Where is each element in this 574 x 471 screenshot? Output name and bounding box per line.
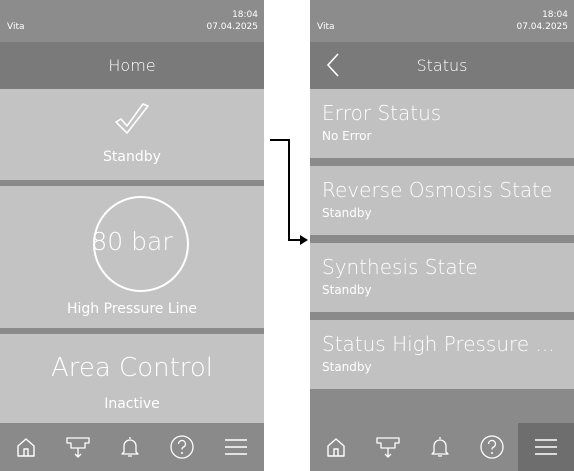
menu-icon <box>225 439 247 455</box>
status-item-title: Error Status <box>322 101 442 125</box>
status-item-value: Standby <box>322 360 372 374</box>
clock-date: 07.04.2025 <box>206 22 258 32</box>
clock-time: 18:04 <box>542 10 568 20</box>
status-item-value: Standby <box>322 283 372 297</box>
tile-high-pressure[interactable]: 80 bar High Pressure Line <box>0 186 264 328</box>
home-screen: Vita 18:04 07.04.2025 Home Standby 80 ba… <box>0 0 264 471</box>
nav-spray-button[interactable] <box>52 423 104 471</box>
check-icon <box>115 103 149 134</box>
spray-nozzle-icon <box>376 437 400 458</box>
clock: 18:04 07.04.2025 <box>206 9 258 33</box>
status-screen: Vita 18:04 07.04.2025 Status Error Statu… <box>310 0 574 471</box>
status-item-title: Synthesis State <box>322 255 478 279</box>
menu-icon <box>535 439 557 455</box>
brand-label: Vita <box>7 22 25 32</box>
bell-icon <box>121 437 139 457</box>
status-item-reverse-osmosis[interactable]: Reverse Osmosis State Standby <box>310 166 574 235</box>
status-item-value: No Error <box>322 129 372 143</box>
help-icon <box>480 435 504 459</box>
home-icon <box>17 438 35 457</box>
nav-help-button[interactable] <box>156 423 208 471</box>
status-item-high-pressure[interactable]: Status High Pressure ... Standby <box>310 320 574 389</box>
bell-icon <box>431 437 449 457</box>
help-icon <box>170 435 194 459</box>
area-control-title: Area Control <box>50 353 214 383</box>
home-icon <box>327 438 345 457</box>
bottom-nav <box>310 423 574 471</box>
nav-spray-button[interactable] <box>362 423 414 471</box>
status-item-error[interactable]: Error Status No Error <box>310 89 574 158</box>
status-item-value: Standby <box>322 206 372 220</box>
pressure-value: 80 bar <box>91 227 173 256</box>
spray-nozzle-icon <box>66 437 90 458</box>
status-bar: Vita 18:04 07.04.2025 <box>310 0 574 42</box>
status-item-title: Reverse Osmosis State <box>322 178 553 202</box>
brand-label: Vita <box>317 22 335 32</box>
nav-help-button[interactable] <box>466 423 518 471</box>
operating-state-label: Standby <box>103 149 161 165</box>
nav-home-button[interactable] <box>310 423 362 471</box>
navigation-arrow <box>270 139 308 245</box>
status-bar: Vita 18:04 07.04.2025 <box>0 0 264 42</box>
page-title: Home <box>108 56 156 75</box>
nav-home-button[interactable] <box>0 423 52 471</box>
nav-alarms-button[interactable] <box>104 423 156 471</box>
tile-area-control[interactable]: Area Control Inactive <box>0 334 264 423</box>
nav-menu-button[interactable] <box>518 423 574 471</box>
pressure-label: High Pressure Line <box>66 301 198 317</box>
nav-alarms-button[interactable] <box>414 423 466 471</box>
page-title: Status <box>416 56 468 75</box>
title-bar: Status <box>310 42 574 89</box>
status-item-title: Status High Pressure ... <box>322 332 555 356</box>
title-bar: Home <box>0 42 264 89</box>
clock-time: 18:04 <box>232 10 258 20</box>
bottom-nav <box>0 423 264 471</box>
area-control-status: Inactive <box>104 396 160 412</box>
clock-date: 07.04.2025 <box>516 22 568 32</box>
clock: 18:04 07.04.2025 <box>516 9 568 33</box>
status-item-synthesis[interactable]: Synthesis State Standby <box>310 243 574 312</box>
tile-operating-state[interactable]: Standby <box>0 89 264 180</box>
nav-menu-button[interactable] <box>208 423 264 471</box>
